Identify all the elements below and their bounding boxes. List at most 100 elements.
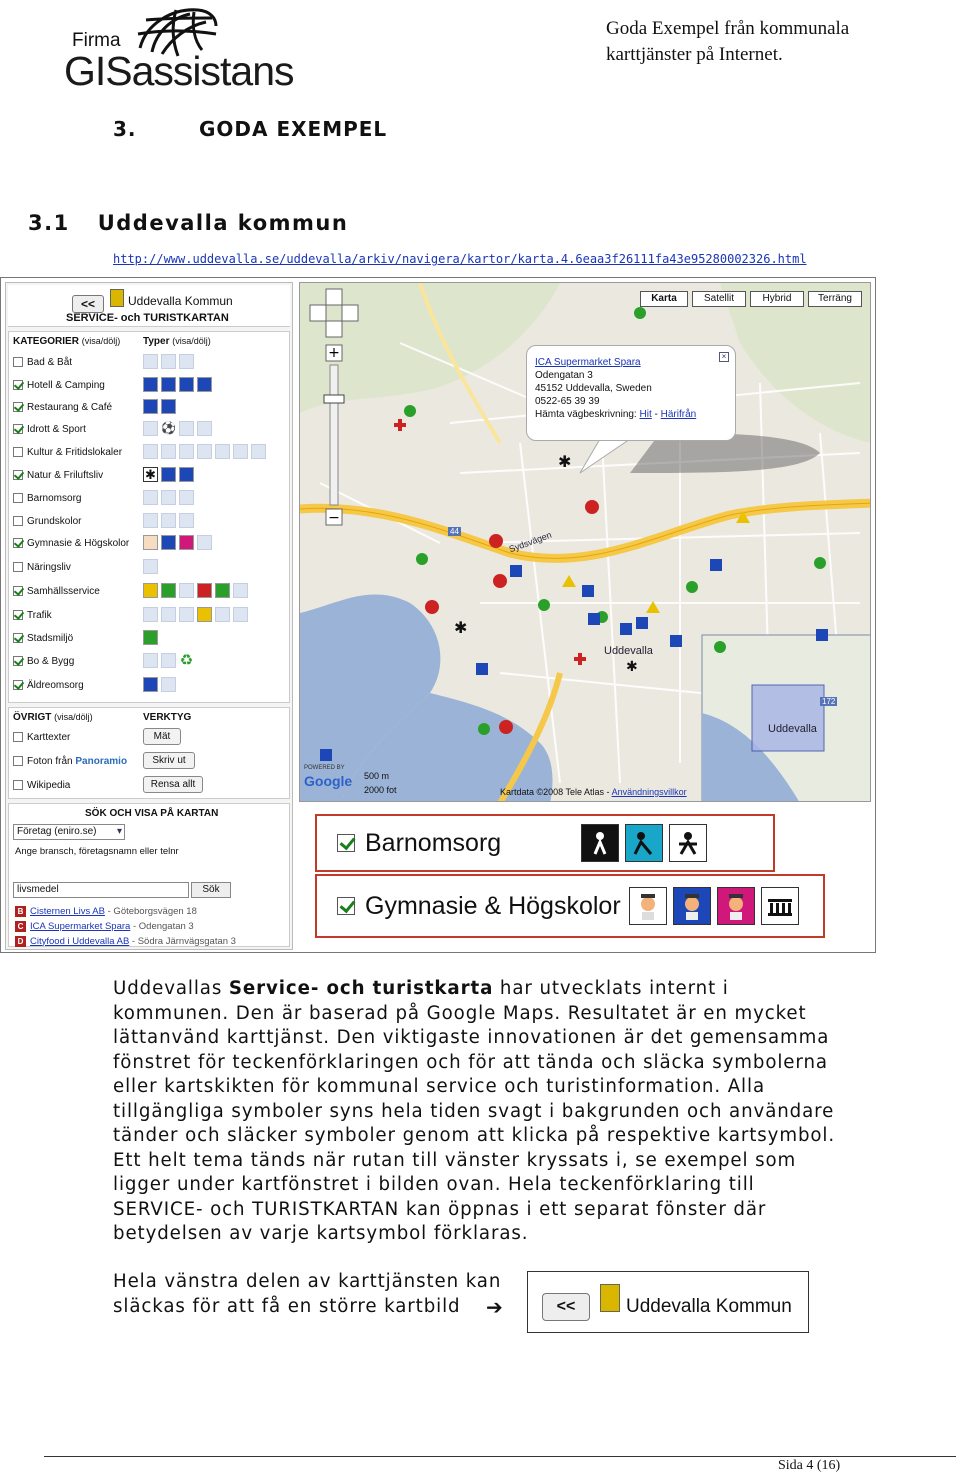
- map-type-terrang[interactable]: Terräng: [808, 291, 862, 307]
- option-wikipedia[interactable]: Wikipedia: [13, 778, 70, 792]
- category-checkbox[interactable]: [13, 470, 23, 480]
- map-type-hybrid[interactable]: Hybrid: [750, 291, 804, 307]
- cafe-icon[interactable]: [161, 399, 176, 414]
- preschool-icon[interactable]: [625, 824, 664, 862]
- directions-from-link[interactable]: Härifrån: [661, 409, 697, 420]
- subsection-url-link[interactable]: http://www.uddevalla.se/uddevalla/arkiv/…: [113, 252, 807, 266]
- svg-text:✱: ✱: [454, 618, 467, 637]
- cabin-icon[interactable]: [179, 377, 194, 392]
- search-button[interactable]: Sök: [191, 882, 231, 898]
- child-care-icon[interactable]: [581, 824, 620, 862]
- category-idrott-sport[interactable]: Idrott & Sport: [13, 422, 86, 436]
- type-icons: [143, 677, 176, 693]
- category-bo-bygg[interactable]: Bo & Bygg: [13, 654, 74, 668]
- map-type-satellit[interactable]: Satellit: [692, 291, 746, 307]
- footer-rule: [44, 1456, 956, 1457]
- sight-icon[interactable]: ✱: [143, 467, 158, 482]
- recycle-icon[interactable]: ♻: [179, 653, 194, 668]
- student-icon[interactable]: [161, 535, 176, 550]
- search-result[interactable]: C ICA Supermarket Spara - Odengatan 3: [15, 919, 194, 933]
- option-checkbox[interactable]: [13, 780, 23, 790]
- category-checkbox[interactable]: [13, 516, 23, 526]
- family-daycare-icon[interactable]: [669, 824, 708, 862]
- category-checkbox[interactable]: [13, 610, 23, 620]
- category-checkbox[interactable]: [13, 493, 23, 503]
- search-result[interactable]: D Cityfood i Uddevalla AB - Södra Järnväg…: [15, 934, 236, 948]
- category-checkbox[interactable]: [13, 538, 23, 548]
- category-checkbox[interactable]: [13, 586, 23, 596]
- category-grundskolor[interactable]: Grundskolor: [13, 514, 81, 528]
- category-aldreomsorg[interactable]: Äldreomsorg: [13, 678, 84, 692]
- measure-button[interactable]: Mät: [143, 728, 181, 745]
- hostel-icon[interactable]: [197, 377, 212, 392]
- municipal-crest-icon: [600, 1284, 620, 1312]
- terms-link[interactable]: Användningsvillkor: [612, 787, 687, 797]
- barnomsorg-checkbox[interactable]: [337, 834, 355, 852]
- category-kultur[interactable]: Kultur & Fritidslokaler: [13, 445, 122, 459]
- upper-school-icon[interactable]: [716, 887, 755, 925]
- category-natur[interactable]: Natur & Friluftsliv: [13, 468, 103, 482]
- football-icon[interactable]: ⚽: [161, 421, 176, 436]
- directions-to-link[interactable]: Hit: [640, 409, 652, 420]
- category-checkbox[interactable]: [13, 402, 23, 412]
- ovrigt-toggle[interactable]: (visa/dölj): [54, 712, 93, 722]
- map-type-karta[interactable]: Karta: [640, 291, 688, 307]
- map-canvas[interactable]: + − ✱ ✱ ✱ Karta Satellit Hybrid Terräng …: [299, 282, 871, 802]
- university-icon[interactable]: [760, 887, 799, 925]
- hospital-icon[interactable]: [197, 583, 212, 598]
- category-gymnasie[interactable]: Gymnasie & Högskolor: [13, 536, 129, 550]
- playground-icon[interactable]: [143, 630, 158, 645]
- option-checkbox[interactable]: [13, 732, 23, 742]
- example-back-button[interactable]: <<: [542, 1293, 590, 1321]
- category-bad-bat[interactable]: Bad & Båt: [13, 355, 72, 369]
- map-name-bold: Service- och turistkarta: [228, 978, 494, 999]
- search-result[interactable]: B Cisternen Livs AB - Göteborgsvägen 18: [15, 904, 197, 918]
- print-button[interactable]: Skriv ut: [143, 752, 195, 769]
- category-checkbox[interactable]: [13, 357, 23, 367]
- wheelchair-icon[interactable]: [215, 583, 230, 598]
- student-icon[interactable]: [179, 535, 194, 550]
- close-icon[interactable]: ×: [719, 352, 729, 362]
- option-foton[interactable]: Foton från Panoramio: [13, 754, 127, 768]
- category-checkbox[interactable]: [13, 380, 23, 390]
- kategorier-toggle[interactable]: (visa/dölj): [82, 336, 121, 346]
- page-number: Sida 4 (16): [778, 1458, 841, 1473]
- category-restaurang-cafe[interactable]: Restaurang & Café: [13, 400, 112, 414]
- category-checkbox[interactable]: [13, 424, 23, 434]
- category-checkbox[interactable]: [13, 680, 23, 690]
- hotel-icon[interactable]: [143, 377, 158, 392]
- park-icon[interactable]: [161, 583, 176, 598]
- student-icon[interactable]: [143, 535, 158, 550]
- typer-toggle[interactable]: (visa/dölj): [172, 336, 211, 346]
- category-checkbox[interactable]: [13, 656, 23, 666]
- category-checkbox[interactable]: [13, 562, 23, 572]
- right-arrow-icon: ➔: [486, 1295, 503, 1319]
- gymnasie-checkbox[interactable]: [337, 897, 355, 915]
- category-samhallsservice[interactable]: Samhällsservice: [13, 584, 100, 598]
- warning-icon[interactable]: [197, 607, 212, 622]
- option-karttexter[interactable]: Karttexter: [13, 730, 70, 744]
- category-checkbox[interactable]: [13, 633, 23, 643]
- restaurant-icon[interactable]: [143, 399, 158, 414]
- upper-school-icon[interactable]: [672, 887, 711, 925]
- category-stadsmiljo[interactable]: Stadsmiljö: [13, 631, 73, 645]
- elderly-care-icon[interactable]: [143, 677, 158, 692]
- search-input[interactable]: livsmedel: [13, 882, 189, 898]
- trail-icon[interactable]: [179, 467, 194, 482]
- category-checkbox[interactable]: [13, 447, 23, 457]
- category-hotell-camping[interactable]: Hotell & Camping: [13, 378, 105, 392]
- callout-label: Gymnasie & Högskolor: [365, 891, 621, 920]
- search-source-select[interactable]: Företag (eniro.se): [13, 824, 125, 840]
- swim-icon[interactable]: [161, 467, 176, 482]
- upper-school-icon[interactable]: [628, 887, 667, 925]
- camping-icon[interactable]: [161, 377, 176, 392]
- town-hall-icon[interactable]: [143, 583, 158, 598]
- clear-all-button[interactable]: Rensa allt: [143, 776, 203, 793]
- category-trafik[interactable]: Trafik: [13, 608, 52, 622]
- category-barnomsorg[interactable]: Barnomsorg: [13, 491, 81, 505]
- collapse-panel-button[interactable]: <<: [72, 295, 104, 313]
- type-icons: [143, 490, 194, 506]
- option-checkbox[interactable]: [13, 756, 23, 766]
- info-name[interactable]: ICA Supermarket Spara: [535, 356, 727, 369]
- category-naringsliv[interactable]: Näringsliv: [13, 560, 71, 574]
